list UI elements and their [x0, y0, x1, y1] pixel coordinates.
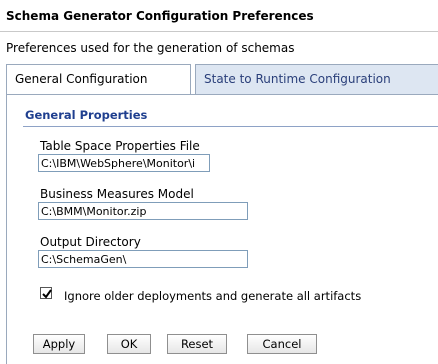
page-description: Preferences used for the generation of s…: [6, 41, 295, 55]
apply-button[interactable]: Apply: [33, 334, 85, 354]
table-space-input[interactable]: [38, 154, 210, 172]
output-directory-input[interactable]: [38, 250, 248, 268]
ignore-older-deployments-label: Ignore older deployments and generate al…: [64, 289, 362, 303]
business-measures-label: Business Measures Model: [40, 187, 194, 201]
table-space-label: Table Space Properties File: [40, 139, 200, 153]
output-directory-label: Output Directory: [40, 235, 141, 249]
ok-button[interactable]: OK: [107, 334, 151, 354]
reset-button[interactable]: Reset: [167, 334, 227, 354]
tab-general-configuration[interactable]: General Configuration: [6, 64, 191, 95]
checkmark-icon: [42, 289, 52, 299]
title-divider: [0, 31, 438, 32]
page-title: Schema Generator Configuration Preferenc…: [6, 9, 314, 23]
section-title: General Properties: [25, 108, 148, 122]
tab-panel-left-border: [6, 94, 7, 364]
tab-panel-border: [6, 94, 438, 95]
ignore-older-deployments-checkbox[interactable]: [40, 287, 52, 299]
section-divider: [23, 126, 438, 127]
cancel-button[interactable]: Cancel: [247, 334, 317, 354]
tab-state-to-runtime-configuration[interactable]: State to Runtime Configuration: [195, 64, 438, 95]
business-measures-input[interactable]: [38, 202, 248, 220]
